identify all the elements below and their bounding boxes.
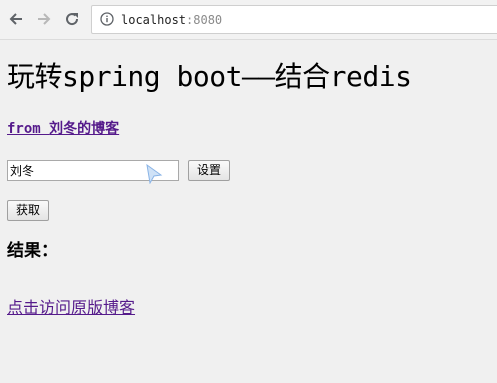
url-host: localhost: [121, 13, 187, 27]
author-link[interactable]: from 刘冬的博客: [7, 121, 119, 137]
author-heading: from 刘冬的博客: [7, 119, 119, 139]
author-prefix: from: [7, 121, 50, 137]
page-title: 玩转spring boot——结合redis: [7, 60, 412, 93]
browser-toolbar: localhost:8080: [0, 0, 497, 40]
url-port: :8080: [186, 13, 223, 27]
arrow-right-icon: [38, 13, 51, 25]
url-text[interactable]: localhost:8080: [121, 12, 222, 28]
reload-icon: [66, 13, 79, 26]
original-blog-link[interactable]: 点击访问原版博客: [7, 297, 135, 319]
info-icon[interactable]: [100, 12, 114, 26]
result-label: 结果：: [7, 241, 58, 261]
reload-button[interactable]: [62, 9, 82, 29]
author-name: 刘冬的博客: [49, 121, 120, 137]
mouse-cursor-icon: [146, 164, 163, 184]
back-button[interactable]: [6, 9, 26, 29]
address-bar[interactable]: localhost:8080: [91, 5, 497, 34]
get-button[interactable]: 获取: [7, 200, 49, 221]
forward-button[interactable]: [34, 9, 54, 29]
arrow-left-icon: [9, 13, 22, 25]
set-button[interactable]: 设置: [188, 160, 230, 181]
